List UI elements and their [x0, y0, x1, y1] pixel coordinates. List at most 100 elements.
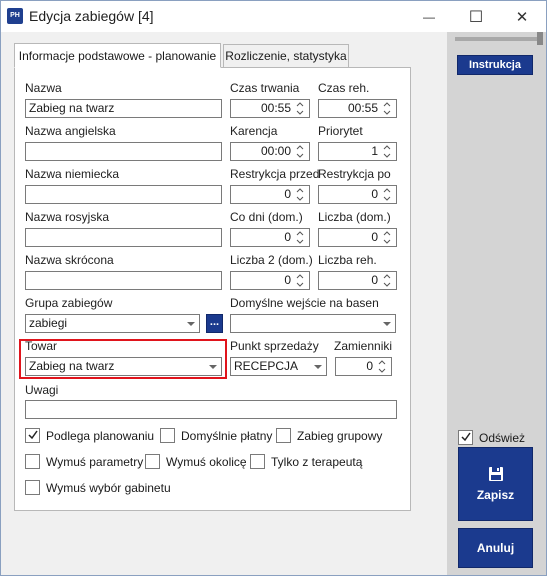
- priorytet-label: Priorytet: [318, 124, 363, 138]
- nazwa-label: Nazwa: [25, 81, 62, 95]
- czas-trwania-spinner[interactable]: 00:55: [230, 99, 310, 118]
- instrukcja-button[interactable]: Instrukcja: [457, 55, 533, 75]
- restrykcja-przed-spinner[interactable]: 0: [230, 185, 310, 204]
- liczba-dom-spinner[interactable]: 0: [318, 228, 397, 247]
- odswiez-label: Odśwież: [479, 431, 526, 445]
- spinner-arrows-icon[interactable]: [382, 101, 394, 116]
- grupa-zabiegow-select[interactable]: zabiegi: [25, 314, 200, 333]
- czas-reh-value: 00:55: [347, 101, 378, 115]
- spinner-arrows-icon[interactable]: [295, 187, 307, 202]
- restrykcja-po-value: 0: [371, 187, 378, 201]
- minimize-button[interactable]: —: [406, 1, 452, 32]
- close-button[interactable]: ✕: [499, 1, 545, 32]
- zamienniki-spinner[interactable]: 0: [335, 357, 392, 376]
- restrykcja-po-label: Restrykcja po: [318, 167, 391, 181]
- nazwa-angielska-label: Nazwa angielska: [25, 124, 116, 138]
- title-bar: PH Edycja zabiegów [4] — ☐ ✕: [1, 1, 546, 32]
- restrykcja-po-spinner[interactable]: 0: [318, 185, 397, 204]
- nazwa-input[interactable]: Zabieg na twarz: [25, 99, 222, 118]
- czas-reh-label: Czas reh.: [318, 81, 370, 95]
- domyslnie-platny-label: Domyślnie płatny: [181, 429, 273, 443]
- zabieg-grupowy-label: Zabieg grupowy: [297, 429, 383, 443]
- priorytet-spinner[interactable]: 1: [318, 142, 397, 161]
- tylko-z-terapeuta-label: Tylko z terapeutą: [271, 455, 363, 469]
- towar-select[interactable]: Zabieg na twarz: [25, 357, 222, 376]
- domyslne-wejscie-select[interactable]: [230, 314, 396, 333]
- punkt-sprzedazy-label: Punkt sprzedaży: [230, 339, 319, 353]
- save-button[interactable]: Zapisz: [458, 447, 533, 521]
- uwagi-label: Uwagi: [25, 383, 59, 397]
- save-icon: [488, 467, 503, 481]
- odswiez-checkbox[interactable]: [458, 430, 473, 445]
- save-label: Zapisz: [476, 488, 515, 502]
- chevron-down-icon: [383, 322, 391, 326]
- tab-basic-info[interactable]: Informacje podstawowe - planowanie: [14, 43, 221, 68]
- minimize-icon: —: [423, 9, 435, 24]
- spinner-arrows-icon[interactable]: [377, 359, 389, 374]
- horizontal-scrollbar[interactable]: [455, 37, 541, 41]
- uwagi-input[interactable]: [25, 400, 397, 419]
- podlega-planowaniu-checkbox[interactable]: [25, 428, 40, 443]
- czas-reh-spinner[interactable]: 00:55: [318, 99, 397, 118]
- priorytet-value: 1: [371, 144, 378, 158]
- co-dni-spinner[interactable]: 0: [230, 228, 310, 247]
- spinner-arrows-icon[interactable]: [382, 187, 394, 202]
- wymus-okolice-label: Wymuś okolicę: [166, 455, 247, 469]
- zamienniki-label: Zamienniki: [334, 339, 393, 353]
- punkt-sprzedazy-select[interactable]: RECEPCJA: [230, 357, 327, 376]
- co-dni-value: 0: [284, 230, 291, 244]
- chevron-down-icon: [209, 365, 217, 369]
- domyslne-wejscie-label: Domyślne wejście na basen: [230, 296, 379, 310]
- restrykcja-przed-label: Restrykcja przed: [230, 167, 320, 181]
- nazwa-niemiecka-input[interactable]: [25, 185, 222, 204]
- punkt-sprzedazy-value: RECEPCJA: [234, 359, 299, 373]
- maximize-icon: ☐: [468, 8, 484, 26]
- wymus-okolice-checkbox[interactable]: [145, 454, 160, 469]
- domyslnie-platny-checkbox[interactable]: [160, 428, 175, 443]
- liczba2-dom-label: Liczba 2 (dom.): [230, 253, 313, 267]
- nazwa-rosyjska-label: Nazwa rosyjska: [25, 210, 110, 224]
- liczba-reh-value: 0: [371, 273, 378, 287]
- liczba-reh-label: Liczba reh.: [318, 253, 377, 267]
- spinner-arrows-icon[interactable]: [295, 144, 307, 159]
- maximize-button[interactable]: ☐: [453, 1, 499, 32]
- grupa-zabiegow-value: zabiegi: [29, 316, 68, 330]
- grupa-zabiegow-label: Grupa zabiegów: [25, 296, 113, 310]
- checkmark-icon: [461, 432, 471, 442]
- karencja-value: 00:00: [260, 144, 291, 158]
- spinner-arrows-icon[interactable]: [295, 101, 307, 116]
- nazwa-niemiecka-label: Nazwa niemiecka: [25, 167, 120, 181]
- karencja-spinner[interactable]: 00:00: [230, 142, 310, 161]
- nazwa-skrocona-input[interactable]: [25, 271, 222, 290]
- spinner-arrows-icon[interactable]: [382, 230, 394, 245]
- zamienniki-value: 0: [366, 359, 373, 373]
- liczba2-dom-spinner[interactable]: 0: [230, 271, 310, 290]
- tylko-z-terapeuta-checkbox[interactable]: [250, 454, 265, 469]
- chevron-down-icon: [314, 365, 322, 369]
- tab-settlement-stats[interactable]: Rozliczenie, statystyka: [223, 44, 349, 68]
- liczba2-dom-value: 0: [284, 273, 291, 287]
- wymus-parametry-checkbox[interactable]: [25, 454, 40, 469]
- spinner-arrows-icon[interactable]: [295, 273, 307, 288]
- window-title: Edycja zabiegów [4]: [29, 8, 154, 24]
- edit-treatment-window: PH Edycja zabiegów [4] — ☐ ✕ Instrukcja …: [0, 0, 547, 576]
- cancel-button[interactable]: Anuluj: [458, 528, 533, 568]
- wymus-parametry-label: Wymuś parametry: [46, 455, 144, 469]
- liczba-reh-spinner[interactable]: 0: [318, 271, 397, 290]
- scrollbar-thumb[interactable]: [537, 32, 543, 45]
- liczba-dom-value: 0: [371, 230, 378, 244]
- spinner-arrows-icon[interactable]: [382, 273, 394, 288]
- zabieg-grupowy-checkbox[interactable]: [276, 428, 291, 443]
- grupa-zabiegow-more-button[interactable]: ...: [206, 314, 223, 333]
- close-icon: ✕: [515, 8, 529, 26]
- app-logo-icon: PH: [7, 8, 23, 24]
- nazwa-rosyjska-input[interactable]: [25, 228, 222, 247]
- spinner-arrows-icon[interactable]: [382, 144, 394, 159]
- wymus-wybor-gabinetu-checkbox[interactable]: [25, 480, 40, 495]
- nazwa-angielska-input[interactable]: [25, 142, 222, 161]
- towar-value: Zabieg na twarz: [29, 359, 115, 373]
- czas-trwania-value: 00:55: [260, 101, 291, 115]
- checkmark-icon: [28, 430, 38, 440]
- karencja-label: Karencja: [230, 124, 278, 138]
- spinner-arrows-icon[interactable]: [295, 230, 307, 245]
